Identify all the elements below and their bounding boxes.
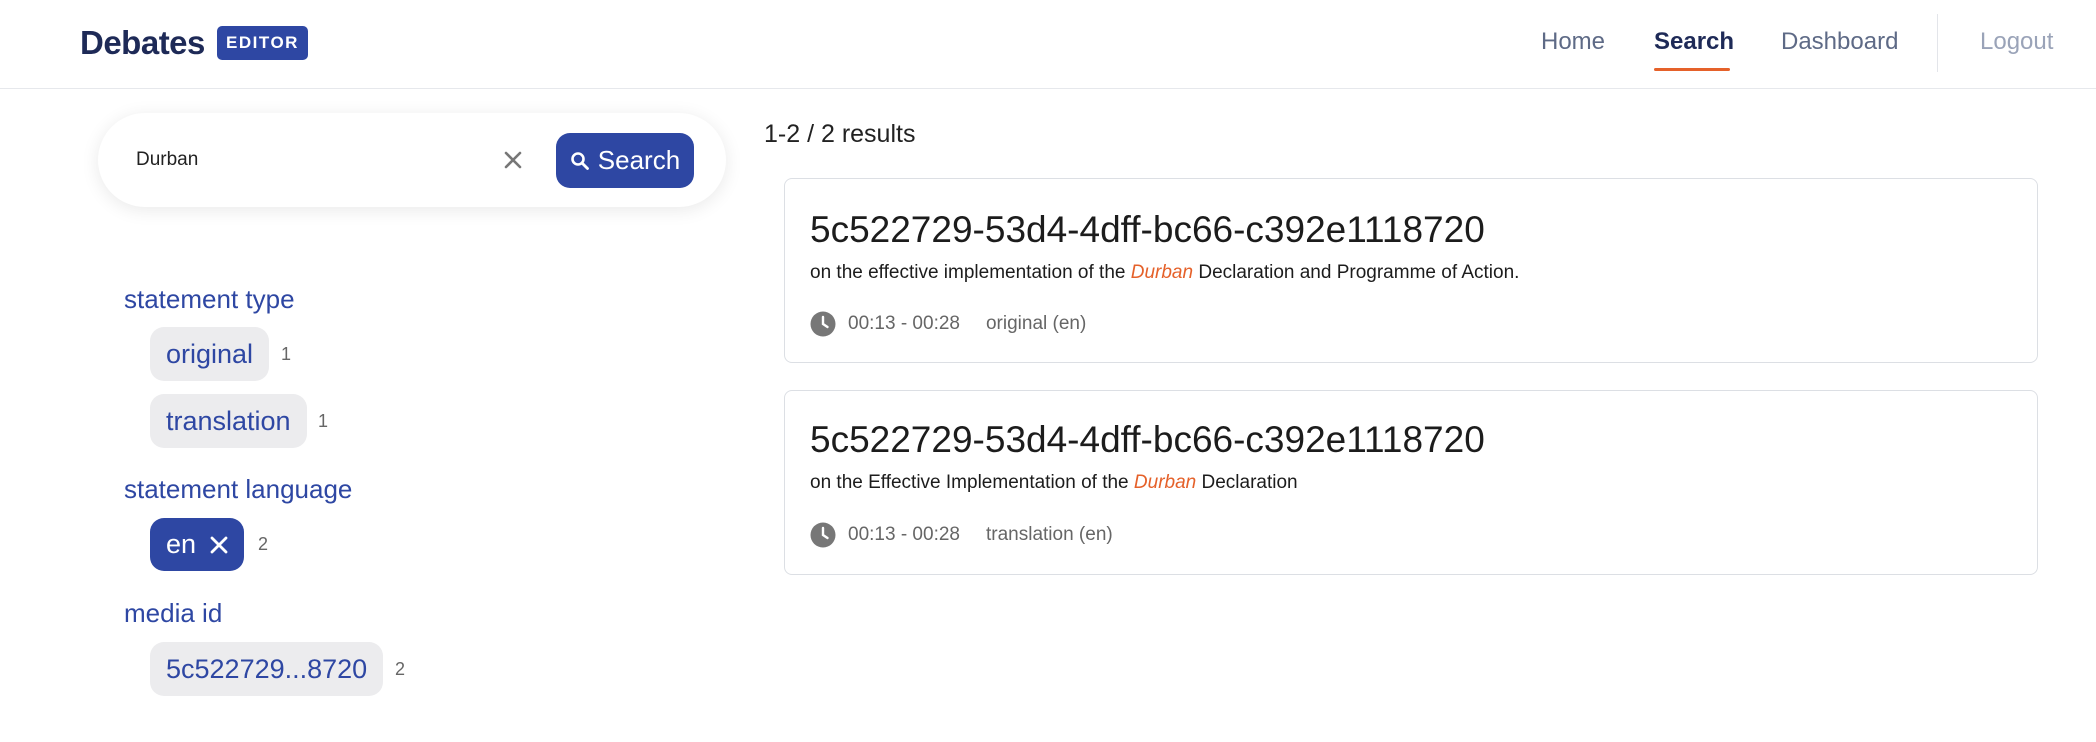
top-navbar: Debates EDITOR Home Search Dashboard Log… xyxy=(0,0,2096,89)
facet-chip-media-id[interactable]: 5c522729...8720 xyxy=(150,642,384,696)
search-highlight: Durban xyxy=(1130,262,1194,283)
nav-home[interactable]: Home xyxy=(1541,28,1605,56)
result-count: 1-2 / 2 results xyxy=(764,120,916,148)
role-badge: EDITOR xyxy=(217,26,308,60)
nav-search[interactable]: Search xyxy=(1654,28,1734,56)
snippet-text: Declaration xyxy=(1196,472,1298,493)
result-title[interactable]: 5c522729-53d4-4dff-bc66-c392e1118720 xyxy=(810,419,1485,461)
close-icon xyxy=(504,151,522,169)
facet-count: 2 xyxy=(258,534,269,554)
search-box: Search xyxy=(98,113,726,207)
result-card[interactable]: 5c522729-53d4-4dff-bc66-c392e1118720 on … xyxy=(784,390,2038,575)
result-time: 00:13 - 00:28 xyxy=(848,524,960,545)
nav-divider xyxy=(1937,14,1938,72)
facet-count: 1 xyxy=(281,344,292,364)
clear-search-button[interactable] xyxy=(496,143,530,177)
facet-chip-en[interactable]: en xyxy=(150,518,245,571)
result-card[interactable]: 5c522729-53d4-4dff-bc66-c392e1118720 on … xyxy=(784,178,2038,363)
facet-count: 2 xyxy=(395,659,406,679)
search-icon xyxy=(570,151,589,170)
result-title[interactable]: 5c522729-53d4-4dff-bc66-c392e1118720 xyxy=(810,209,1485,251)
facet-chip-original[interactable]: original xyxy=(150,327,270,381)
facet-chip-label: en xyxy=(166,529,197,559)
active-nav-indicator xyxy=(1654,68,1730,71)
result-snippet: on the Effective Implementation of the D… xyxy=(810,472,1298,494)
facet-chip-label: translation xyxy=(166,405,291,436)
result-snippet: on the effective implementation of the D… xyxy=(810,262,1519,284)
nav-logout[interactable]: Logout xyxy=(1980,28,2053,56)
result-meta: 00:13 - 00:28 translation (en) xyxy=(810,521,1113,549)
result-time: 00:13 - 00:28 xyxy=(848,313,960,334)
facet-chip-label: original xyxy=(166,338,254,369)
result-language: translation (en) xyxy=(985,524,1113,545)
facet-title-media-id: media id xyxy=(124,598,223,628)
result-meta: 00:13 - 00:28 original (en) xyxy=(810,310,1086,338)
snippet-text: on the Effective Implementation of the xyxy=(810,472,1134,493)
facet-chip-translation[interactable]: translation xyxy=(150,394,307,448)
search-button-label: Search xyxy=(597,145,681,175)
clock-icon xyxy=(810,311,836,337)
nav-dashboard[interactable]: Dashboard xyxy=(1781,28,1898,56)
snippet-text: Declaration and Programme of Action. xyxy=(1193,262,1520,283)
facet-chip-label: 5c522729...8720 xyxy=(166,653,368,684)
clock-icon xyxy=(810,522,836,548)
facet-count: 1 xyxy=(318,411,329,431)
search-highlight: Durban xyxy=(1133,472,1197,493)
search-button[interactable]: Search xyxy=(556,133,694,188)
snippet-text: on the effective implementation of the xyxy=(810,262,1131,283)
result-language: original (en) xyxy=(985,313,1087,334)
remove-filter-icon[interactable] xyxy=(210,536,228,554)
facet-title-statement-language: statement language xyxy=(124,474,353,504)
facet-title-statement-type: statement type xyxy=(124,284,295,314)
brand-logo[interactable]: Debates xyxy=(80,24,205,62)
